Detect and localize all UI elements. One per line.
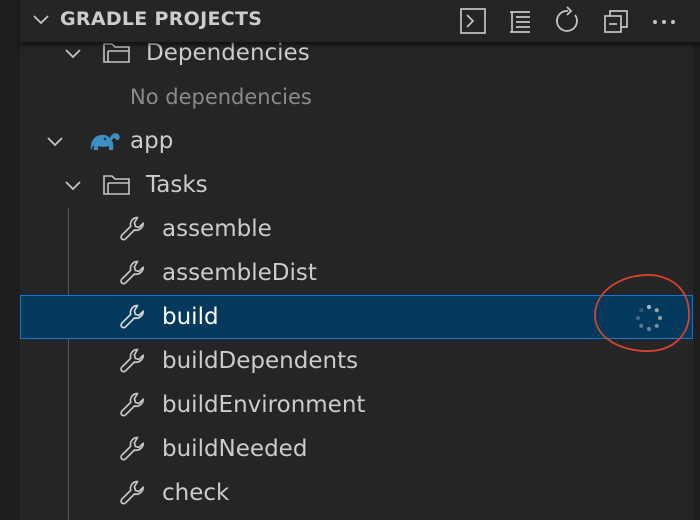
- terminal-icon: [460, 8, 486, 34]
- gradle-projects-tree: Dependencies No dependencies app Tasks a…: [20, 0, 693, 520]
- open-terminal-button[interactable]: [457, 5, 489, 37]
- task-item-builddependents[interactable]: buildDependents: [20, 339, 693, 383]
- wrench-icon: [120, 392, 145, 417]
- refresh-button[interactable]: [552, 5, 584, 37]
- chevron-down-icon[interactable]: [30, 9, 52, 31]
- task-item-buildneeded[interactable]: buildNeeded: [20, 427, 693, 471]
- task-item-check[interactable]: check: [20, 471, 693, 515]
- tree-item-app[interactable]: app: [20, 119, 693, 163]
- toggle-view-button[interactable]: [504, 5, 536, 37]
- wrench-icon: [120, 436, 145, 461]
- wrench-icon: [120, 260, 145, 285]
- folder-icon: [103, 175, 130, 195]
- task-label: check: [162, 480, 230, 506]
- gradle-projects-header[interactable]: GRADLE PROJECTS: [20, 0, 700, 42]
- empty-dependencies-text: No dependencies: [130, 85, 312, 109]
- folder-icon: [103, 43, 130, 63]
- task-item-assemble[interactable]: assemble: [20, 207, 693, 251]
- project-label: app: [130, 128, 174, 154]
- activity-bar-edge: [0, 0, 20, 520]
- section-title: GRADLE PROJECTS: [60, 8, 263, 30]
- editor-edge: [693, 40, 700, 520]
- tree-item-tasks[interactable]: Tasks: [20, 163, 693, 207]
- wrench-icon: [120, 480, 145, 505]
- wrench-icon: [120, 348, 145, 373]
- chevron-down-icon[interactable]: [44, 130, 66, 152]
- task-item-build[interactable]: build: [20, 295, 693, 339]
- refresh-icon: [556, 6, 578, 32]
- wrench-icon: [120, 304, 145, 329]
- wrench-icon: [120, 216, 145, 241]
- more-icon: [653, 20, 675, 24]
- task-label: assembleDist: [162, 260, 317, 286]
- chevron-down-icon[interactable]: [62, 42, 84, 64]
- tree-item-label: Dependencies: [146, 40, 310, 66]
- tree-item-no-dependencies: No dependencies: [20, 75, 693, 119]
- collapse-all-button[interactable]: [600, 5, 632, 37]
- task-label: buildNeeded: [162, 436, 308, 462]
- chevron-down-icon[interactable]: [62, 174, 84, 196]
- more-actions-button[interactable]: [648, 5, 680, 37]
- task-label: buildEnvironment: [162, 392, 366, 418]
- collapse-all-icon: [604, 10, 628, 33]
- task-label: build: [162, 304, 219, 330]
- loading-spinner-icon: [635, 304, 663, 332]
- task-label: buildDependents: [162, 348, 359, 374]
- collapse-list-icon: [510, 11, 530, 33]
- task-item-assembledist[interactable]: assembleDist: [20, 251, 693, 295]
- tree-item-label: Tasks: [146, 172, 208, 198]
- task-item-buildenvironment[interactable]: buildEnvironment: [20, 383, 693, 427]
- task-label: assemble: [162, 216, 272, 242]
- gradle-elephant-icon: [90, 133, 120, 150]
